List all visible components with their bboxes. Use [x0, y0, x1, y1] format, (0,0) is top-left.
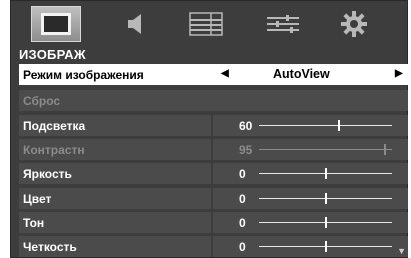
slider-control[interactable]: 0 [213, 236, 408, 257]
slider-row[interactable]: Четкость 0 [19, 236, 408, 257]
slider-knob[interactable] [324, 168, 327, 180]
slider-value: 60 [239, 119, 253, 133]
slider-control[interactable]: 0 [213, 187, 408, 209]
slider-control[interactable]: 0 [213, 211, 408, 233]
picture-mode-value: AutoView [273, 67, 330, 81]
slider-value: 0 [239, 167, 246, 182]
slider-label: Тон [23, 215, 45, 230]
picture-mode-row[interactable]: Режим изображения ◀ AutoView ▶ [19, 64, 408, 85]
slider-value: 0 [239, 191, 246, 206]
slider-row[interactable]: Тон 0 [19, 211, 408, 233]
menu-tab-bar [10, 0, 408, 44]
slider-label: Цвет [23, 191, 52, 206]
slider-label: Четкость [23, 240, 77, 254]
arrow-left-icon[interactable]: ◀ [221, 68, 229, 79]
slider-row: Контрастн 95 [19, 139, 408, 161]
section-title: ИЗОБРАЖ [19, 47, 86, 62]
slider-knob[interactable] [324, 241, 327, 252]
tab-channel-list[interactable] [181, 6, 231, 42]
slider-knob[interactable] [337, 120, 340, 131]
slider-control: 95 [213, 139, 408, 161]
slider-value: 0 [239, 215, 246, 230]
slider-knob[interactable] [324, 192, 327, 204]
slider-knob [384, 144, 387, 156]
scroll-down-icon[interactable]: ▼ [397, 246, 406, 256]
slider-row[interactable]: Цвет 0 [19, 187, 408, 209]
settings-sliders-icon [267, 15, 299, 33]
slider-label: Яркость [23, 167, 72, 182]
slider-value: 95 [239, 143, 253, 158]
speaker-icon [128, 14, 141, 34]
slider-label-cell [19, 211, 211, 233]
tab-sound[interactable] [111, 6, 161, 42]
slider-label: Подсветка [23, 119, 86, 133]
slider-control[interactable]: 60 [213, 115, 408, 136]
reset-row: Сброс [19, 90, 408, 111]
gear-icon [341, 11, 367, 37]
tab-picture[interactable] [31, 6, 81, 42]
slider-label: Контрастн [23, 143, 85, 158]
channel-list-icon [189, 12, 223, 36]
slider-knob[interactable] [324, 216, 327, 228]
picture-settings-menu: ИЗОБРАЖ Режим изображения ◀ AutoView ▶ С… [10, 0, 408, 258]
slider-track[interactable] [259, 125, 392, 126]
picture-icon [41, 13, 71, 35]
slider-row[interactable]: Яркость 0 [19, 163, 408, 185]
slider-track [259, 149, 392, 151]
picture-mode-selector[interactable]: ◀ AutoView ▶ [213, 64, 408, 85]
reset-label: Сброс [23, 94, 61, 108]
arrow-right-icon[interactable]: ▶ [395, 68, 403, 79]
tab-settings-sliders[interactable] [258, 6, 308, 42]
slider-value: 0 [239, 240, 246, 254]
tab-setup[interactable] [329, 6, 379, 42]
slider-control[interactable]: 0 [213, 163, 408, 185]
slider-row[interactable]: Подсветка 60 [19, 115, 408, 136]
picture-mode-label: Режим изображения [23, 68, 144, 82]
